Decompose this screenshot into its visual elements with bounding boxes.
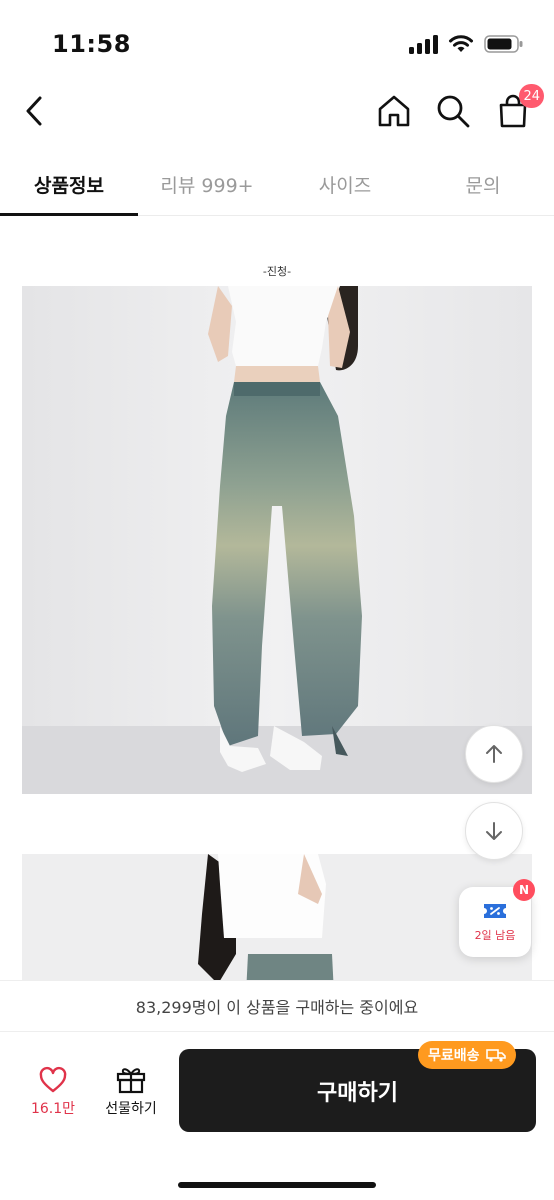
home-indicator [178,1182,376,1188]
back-button[interactable] [12,88,58,134]
cart-count-badge: 24 [519,84,544,108]
cart-button[interactable]: 24 [490,84,544,134]
like-count: 16.1만 [30,1101,76,1117]
wifi-icon [449,35,473,52]
tab-inquiry[interactable]: 문의 [414,152,552,216]
product-photo-illustration [22,286,532,794]
coupon-expiry-label: 2일 남음 [474,929,516,942]
battery-icon [484,35,523,53]
buying-now-banner: 83,299명이 이 상품을 구매하는 중이에요 [0,980,554,1032]
scroll-up-button[interactable] [465,725,523,783]
search-icon [437,95,470,128]
truck-icon [485,1049,506,1062]
gift-button[interactable]: 선물하기 [96,1064,166,1118]
status-time: 11:58 [52,30,131,58]
gift-label: 선물하기 [105,1101,157,1117]
arrow-up-icon [486,745,502,763]
home-icon [378,95,410,127]
free-shipping-label: 무료배송 [428,1048,480,1064]
gift-icon [116,1068,146,1094]
coupon-button[interactable]: 2일 남음 N [459,879,535,957]
heart-icon [39,1066,67,1093]
coupon-icon [484,904,506,918]
scroll-down-button[interactable] [465,802,523,860]
product-photo-secondary [22,854,532,980]
color-caption: -진청- [262,265,292,278]
free-shipping-badge: 무료배송 [418,1041,516,1069]
like-button[interactable]: 16.1만 [26,1066,80,1118]
product-photo [22,286,532,794]
status-bar: 11:58 [0,0,554,80]
signal-icon [409,35,438,54]
new-badge: N [513,879,535,901]
status-icons [408,34,524,54]
top-nav: 24 [0,80,554,144]
tab-reviews[interactable]: 리뷰 999+ [138,152,276,216]
product-photo-secondary-illustration [22,854,532,980]
search-button[interactable] [430,88,476,134]
tab-bar: 상품정보 리뷰 999+ 사이즈 문의 [0,152,554,216]
bottom-action-bar: 16.1만 선물하기 구매하기 무료배송 [0,1032,554,1200]
tab-size[interactable]: 사이즈 [276,152,414,216]
home-button[interactable] [371,88,417,134]
tab-product-info[interactable]: 상품정보 [0,152,138,216]
chevron-left-icon [26,96,42,126]
arrow-down-icon [486,822,502,840]
product-detail-content: -진청- [0,216,554,980]
